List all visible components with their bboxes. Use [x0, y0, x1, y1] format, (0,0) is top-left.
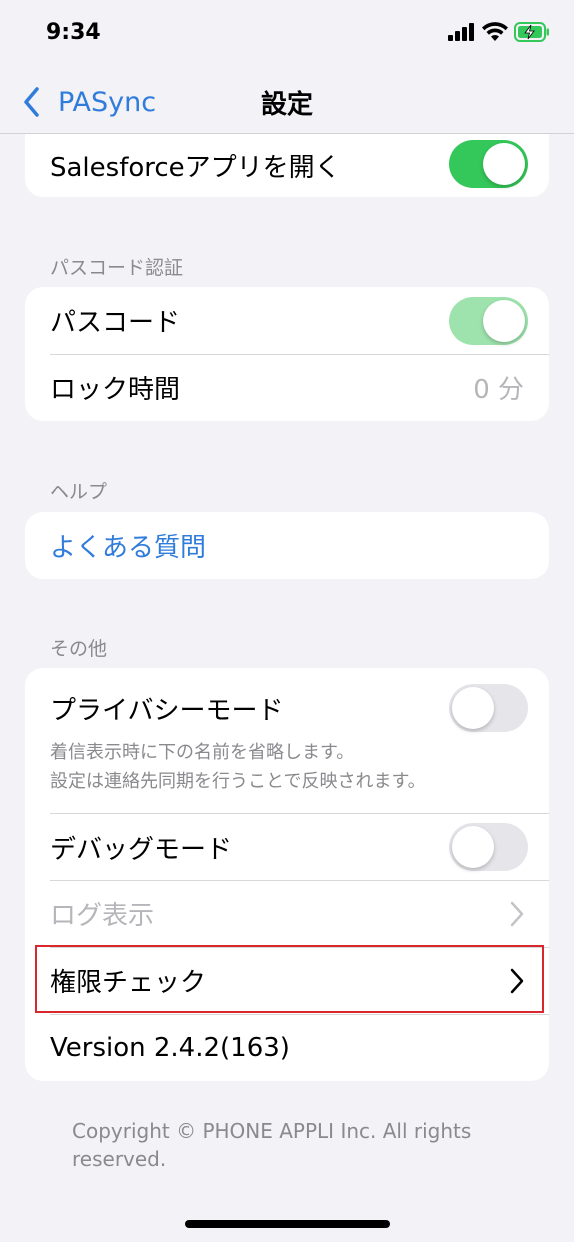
open-salesforce-label: Salesforceアプリを開く: [50, 153, 341, 183]
lock-time-row[interactable]: ロック時間 0 分: [25, 354, 549, 421]
permission-check-row[interactable]: 権限チェック: [25, 947, 549, 1014]
chevron-right-icon: [510, 901, 524, 926]
log-view-label: ログ表示: [50, 901, 155, 931]
privacy-mode-label: プライバシーモード: [50, 695, 284, 726]
debug-mode-toggle[interactable]: [449, 823, 528, 871]
open-salesforce-toggle[interactable]: [449, 140, 528, 188]
cellular-signal-icon: [448, 23, 474, 41]
wifi-icon: [482, 22, 508, 41]
faq-link[interactable]: よくある質問: [50, 527, 206, 564]
battery-charging-icon: [514, 22, 549, 42]
status-bar: 9:34: [0, 0, 574, 70]
home-indicator[interactable]: [185, 1220, 390, 1228]
salesforce-group: Salesforceアプリを開く: [25, 134, 549, 197]
other-group: プライバシーモード 着信表示時に下の名前を省略します。 設定は連絡先同期を行うこ…: [25, 668, 549, 1081]
chevron-right-icon: [510, 968, 524, 993]
log-view-row: ログ表示: [25, 880, 549, 947]
privacy-desc-line2: 設定は連絡先同期を行うことで反映されます。: [50, 771, 426, 792]
help-section-header: ヘルプ: [50, 481, 108, 503]
navigation-bar: PASync 設定: [0, 70, 574, 134]
privacy-mode-toggle[interactable]: [449, 684, 528, 732]
open-salesforce-row: Salesforceアプリを開く: [25, 134, 549, 197]
passcode-section-header: パスコード認証: [50, 257, 184, 279]
status-icons: [448, 22, 550, 42]
lock-time-value: 0 分: [473, 375, 524, 405]
faq-row[interactable]: よくある質問: [25, 512, 549, 579]
version-label: Version 2.4.2(163): [50, 1032, 290, 1063]
debug-mode-label: デバッグモード: [50, 834, 233, 865]
privacy-mode-cell: プライバシーモード 着信表示時に下の名前を省略します。 設定は連絡先同期を行うこ…: [25, 668, 549, 813]
passcode-label: パスコード: [50, 308, 181, 338]
status-time: 9:34: [46, 20, 101, 45]
help-group: よくある質問: [25, 512, 549, 579]
debug-mode-row: デバッグモード: [50, 813, 549, 880]
other-section-header: その他: [50, 638, 108, 660]
passcode-group: パスコード ロック時間 0 分: [25, 287, 549, 421]
page-title: 設定: [260, 90, 313, 120]
passcode-toggle[interactable]: [449, 296, 528, 345]
lock-time-label: ロック時間: [50, 375, 181, 405]
copyright-text: Copyright © PHONE APPLI Inc. All rights …: [72, 1119, 472, 1171]
privacy-mode-row: プライバシーモード: [25, 668, 549, 748]
version-row: Version 2.4.2(163): [25, 1014, 549, 1081]
passcode-row: パスコード: [25, 287, 549, 354]
permission-check-label: 権限チェック: [50, 968, 207, 998]
